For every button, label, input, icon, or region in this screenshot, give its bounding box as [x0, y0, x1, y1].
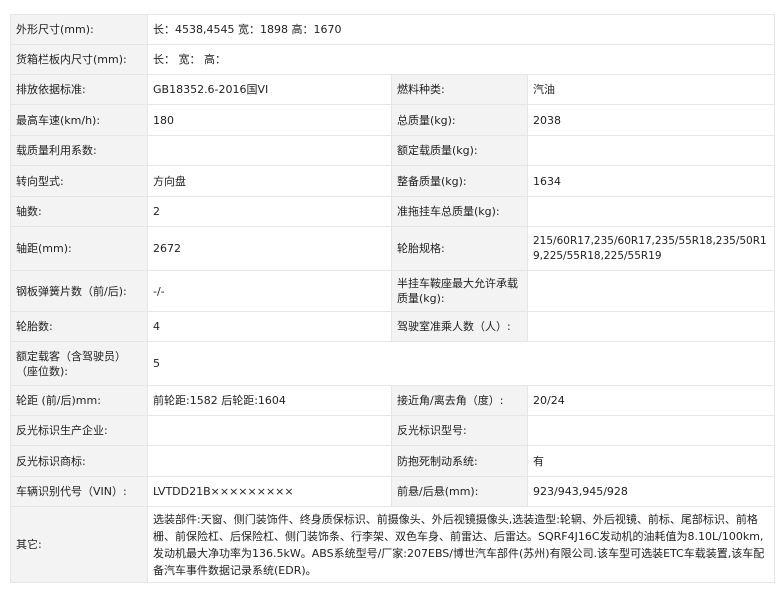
value-other: 选装部件:天窗、侧门装饰件、终身质保标识、前摄像头、外后视镜摄像头,选装造型:轮… — [146, 506, 776, 583]
value-approach-departure: 20/24 — [526, 385, 776, 416]
spec-row-steering: 转向型式: 方向盘 整备质量(kg): 1634 — [10, 165, 776, 197]
value-abs: 有 — [526, 445, 776, 477]
value-vin: LVTDD21B××××××××× — [147, 476, 392, 507]
value-saddle-load — [526, 270, 776, 312]
label-axle-count: 轴数: — [10, 196, 148, 227]
value-max-speed: 180 — [147, 104, 392, 136]
spec-row-cargo-box: 货箱栏板内尺寸(mm): 长： 宽： 高： — [10, 44, 776, 75]
label-curb-weight: 整备质量(kg): — [391, 165, 528, 197]
label-dimensions: 外形尺寸(mm): — [10, 14, 148, 45]
label-max-speed: 最高车速(km/h): — [10, 104, 148, 136]
spec-row-speed: 最高车速(km/h): 180 总质量(kg): 2038 — [10, 104, 776, 136]
value-load-factor — [147, 135, 392, 166]
value-trailer-mass — [526, 196, 776, 227]
value-leaf-spring: -/- — [147, 270, 392, 312]
value-rated-load — [526, 135, 776, 166]
value-rated-passengers: 5 — [146, 341, 776, 386]
label-cargo-box: 货箱栏板内尺寸(mm): — [10, 44, 148, 75]
value-reflector-brand — [147, 445, 392, 477]
label-overhang: 前悬/后悬(mm): — [391, 476, 528, 507]
label-vin: 车辆识别代号（VIN）: — [10, 476, 148, 507]
label-track-width: 轮距 (前/后)mm: — [10, 385, 148, 416]
spec-row-seats: 额定载客（含驾驶员）（座位数): 5 — [10, 341, 776, 386]
label-cab-capacity: 驾驶室准乘人数（人）: — [391, 311, 528, 342]
value-steering: 方向盘 — [147, 165, 392, 197]
value-axle-count: 2 — [147, 196, 392, 227]
value-tire-count: 4 — [147, 311, 392, 342]
spec-row-load: 载质量利用系数: 额定载质量(kg): — [10, 135, 776, 166]
value-track-width: 前轮距:1582 后轮距:1604 — [147, 385, 392, 416]
label-trailer-mass: 准拖挂车总质量(kg): — [391, 196, 528, 227]
value-overhang: 923/943,945/928 — [526, 476, 776, 507]
label-tire-spec: 轮胎规格: — [391, 226, 528, 271]
spec-row-reflector-brand: 反光标识商标: 防抱死制动系统: 有 — [10, 445, 776, 477]
label-emission-standard: 排放依据标准: — [10, 74, 148, 105]
value-tire-spec: 215/60R17,235/60R17,235/55R18,235/50R19,… — [526, 226, 776, 271]
value-cargo-box: 长： 宽： 高： — [146, 44, 776, 75]
value-cab-capacity — [526, 311, 776, 342]
value-reflector-maker — [147, 415, 392, 446]
label-fuel-type: 燃料种类: — [391, 74, 528, 105]
spec-row-reflector-maker: 反光标识生产企业: 反光标识型号: — [10, 415, 776, 446]
value-emission-standard: GB18352.6-2016国VI — [147, 74, 392, 105]
label-rated-passengers: 额定载客（含驾驶员）（座位数): — [10, 341, 148, 386]
value-fuel-type: 汽油 — [526, 74, 776, 105]
label-wheelbase: 轴距(mm): — [10, 226, 148, 271]
label-reflector-brand: 反光标识商标: — [10, 445, 148, 477]
label-leaf-spring: 钢板弹簧片数（前/后): — [10, 270, 148, 312]
spec-row-leaf-spring: 钢板弹簧片数（前/后): -/- 半挂车鞍座最大允许承载质量(kg): — [10, 270, 776, 312]
spec-row-track: 轮距 (前/后)mm: 前轮距:1582 后轮距:1604 接近角/离去角（度）… — [10, 385, 776, 416]
label-other: 其它: — [10, 506, 148, 583]
spec-row-vin: 车辆识别代号（VIN）: LVTDD21B××××××××× 前悬/后悬(mm)… — [10, 476, 776, 507]
value-wheelbase: 2672 — [147, 226, 392, 271]
label-load-factor: 载质量利用系数: — [10, 135, 148, 166]
label-approach-departure: 接近角/离去角（度）: — [391, 385, 528, 416]
spec-row-emission: 排放依据标准: GB18352.6-2016国VI 燃料种类: 汽油 — [10, 74, 776, 105]
value-dimensions: 长：4538,4545 宽：1898 高：1670 — [146, 14, 776, 45]
spec-row-axles: 轴数: 2 准拖挂车总质量(kg): — [10, 196, 776, 227]
label-rated-load: 额定载质量(kg): — [391, 135, 528, 166]
label-reflector-model: 反光标识型号: — [391, 415, 528, 446]
value-total-mass: 2038 — [526, 104, 776, 136]
vehicle-spec-table: 外形尺寸(mm): 长：4538,4545 宽：1898 高：1670 货箱栏板… — [10, 14, 776, 583]
label-saddle-load: 半挂车鞍座最大允许承载质量(kg): — [391, 270, 528, 312]
value-curb-weight: 1634 — [526, 165, 776, 197]
spec-row-other: 其它: 选装部件:天窗、侧门装饰件、终身质保标识、前摄像头、外后视镜摄像头,选装… — [10, 506, 776, 583]
spec-row-tires: 轮胎数: 4 驾驶室准乘人数（人）: — [10, 311, 776, 342]
label-total-mass: 总质量(kg): — [391, 104, 528, 136]
value-reflector-model — [526, 415, 776, 446]
spec-row-wheelbase: 轴距(mm): 2672 轮胎规格: 215/60R17,235/60R17,2… — [10, 226, 776, 271]
label-abs: 防抱死制动系统: — [391, 445, 528, 477]
label-tire-count: 轮胎数: — [10, 311, 148, 342]
label-reflector-maker: 反光标识生产企业: — [10, 415, 148, 446]
label-steering: 转向型式: — [10, 165, 148, 197]
spec-row-dimensions: 外形尺寸(mm): 长：4538,4545 宽：1898 高：1670 — [10, 14, 776, 45]
